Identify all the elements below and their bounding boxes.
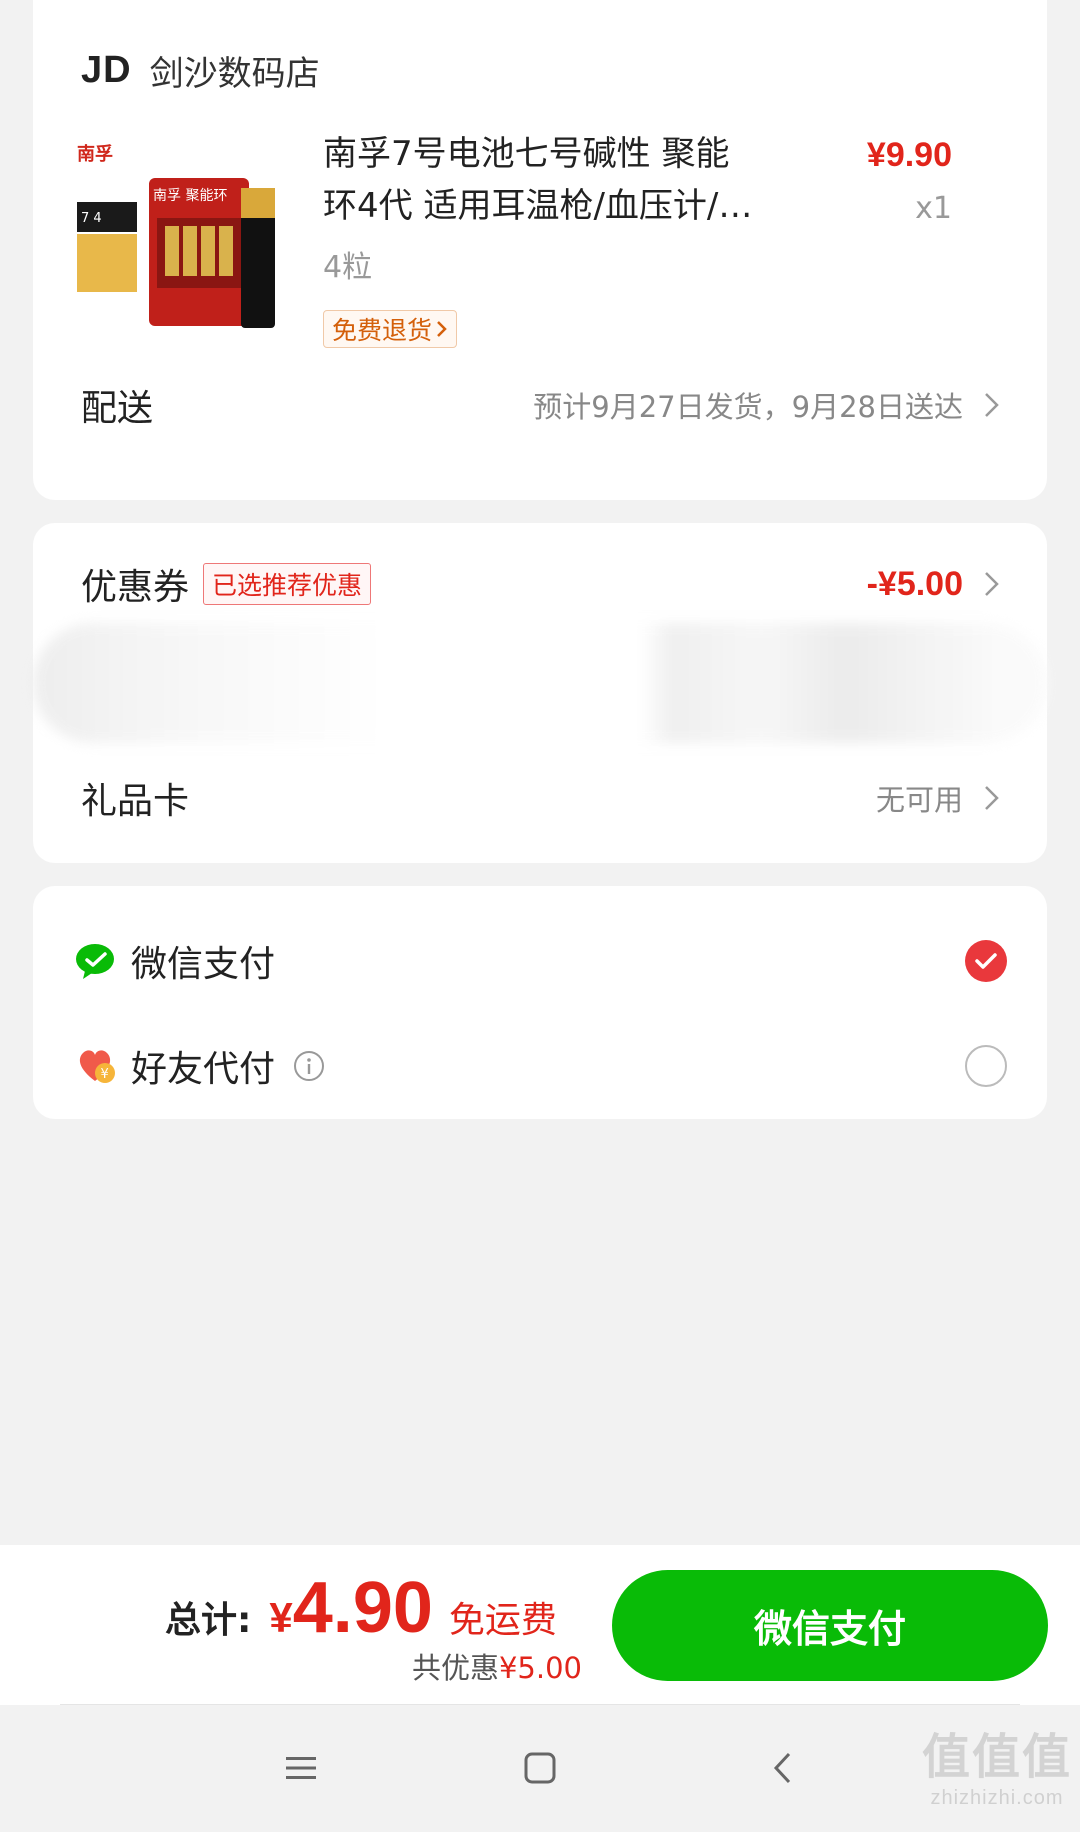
coupon-recommended-tag: 已选推荐优惠 bbox=[203, 563, 372, 605]
friend-pay-radio-unchecked[interactable] bbox=[965, 1045, 1007, 1087]
product-price: ¥9.90 bbox=[866, 136, 952, 174]
svg-text:南孚 聚能环: 南孚 聚能环 bbox=[153, 188, 227, 204]
coupon-value: -¥5.00 bbox=[866, 564, 963, 603]
wechat-pay-label: 微信支付 bbox=[131, 944, 276, 985]
coupon-row[interactable]: 优惠券 已选推荐优惠 -¥5.00 bbox=[81, 554, 1007, 614]
info-icon[interactable] bbox=[293, 1050, 325, 1082]
chevron-right-icon bbox=[436, 315, 448, 344]
home-icon[interactable] bbox=[515, 1743, 565, 1793]
system-nav-bar: 值值值 zhizhizhi.com bbox=[0, 1705, 1080, 1832]
delivery-estimate: 预计9月27日发货，9月28日送达 bbox=[533, 390, 963, 424]
order-confirm-page: JD 剑沙数码店 南孚 7 4 南孚 聚能环 南孚7号电池七号碱性 聚能环4代 … bbox=[0, 0, 1080, 1832]
shop-name: 剑沙数码店 bbox=[149, 53, 320, 94]
free-return-label: 免费退货 bbox=[332, 316, 433, 345]
recent-apps-icon[interactable] bbox=[276, 1743, 326, 1793]
total-label: 总计: bbox=[165, 1600, 252, 1641]
chevron-right-icon bbox=[977, 569, 1007, 599]
total-value: 4.90 bbox=[292, 1568, 433, 1648]
gift-card-row[interactable]: 礼品卡 无可用 bbox=[81, 768, 1007, 828]
savings-prefix: 共优惠 bbox=[411, 1651, 499, 1685]
gift-card-label: 礼品卡 bbox=[81, 781, 190, 822]
savings-amount: ¥5.00 bbox=[498, 1651, 582, 1685]
friend-pay-label: 好友代付 bbox=[131, 1049, 276, 1090]
checkout-bar: 总计: ¥4.90 免运费 共优惠¥5.00 微信支付 bbox=[0, 1545, 1080, 1705]
free-shipping-label: 免运费 bbox=[448, 1600, 557, 1641]
svg-text:南孚: 南孚 bbox=[77, 143, 113, 165]
watermark-glyphs: 值值值 bbox=[921, 1729, 1072, 1785]
total-currency: ¥ bbox=[269, 1594, 293, 1641]
chevron-right-icon bbox=[977, 783, 1007, 813]
back-icon[interactable] bbox=[758, 1743, 808, 1793]
wechat-icon bbox=[75, 939, 119, 983]
chevron-right-icon bbox=[977, 390, 1007, 420]
heart-coin-icon: ¥ bbox=[75, 1044, 119, 1088]
svg-text:¥: ¥ bbox=[101, 1067, 109, 1082]
wechat-pay-option[interactable]: 微信支付 bbox=[75, 926, 1007, 996]
delivery-label: 配送 bbox=[81, 388, 154, 429]
product-image[interactable]: 南孚 7 4 南孚 聚能环 bbox=[73, 130, 299, 330]
friend-pay-option[interactable]: ¥ 好友代付 bbox=[75, 1031, 1007, 1101]
delivery-row[interactable]: 配送 预计9月27日发货，9月28日送达 bbox=[81, 375, 1007, 435]
shop-card: JD 剑沙数码店 南孚 7 4 南孚 聚能环 南孚7号电池七号碱性 聚能环4代 … bbox=[33, 0, 1047, 500]
free-return-tag[interactable]: 免费退货 bbox=[323, 310, 458, 348]
watermark-text: zhizhizhi.com bbox=[930, 1787, 1064, 1809]
product-title[interactable]: 南孚7号电池七号碱性 聚能环4代 适用耳温枪/血压计/遥控器 bbox=[323, 128, 753, 232]
jd-logo: JD bbox=[81, 48, 132, 91]
product-quantity: x1 bbox=[915, 191, 952, 226]
total-savings: 共优惠¥5.00 bbox=[412, 1645, 582, 1687]
total-line: 总计: ¥4.90 免运费 bbox=[165, 1567, 557, 1649]
wechat-pay-button[interactable]: 微信支付 bbox=[612, 1570, 1048, 1681]
redacted-area bbox=[33, 623, 1047, 743]
product-spec: 4粒 bbox=[323, 250, 373, 285]
total-amount: ¥4.90 bbox=[269, 1567, 433, 1649]
payment-card: 微信支付 ¥ 好友代付 bbox=[33, 886, 1047, 1119]
watermark: 值值值 zhizhizhi.com bbox=[922, 1717, 1072, 1810]
wechat-pay-radio-checked[interactable] bbox=[965, 940, 1007, 982]
svg-text:7 4: 7 4 bbox=[81, 211, 102, 226]
coupon-label: 优惠券 bbox=[81, 567, 190, 608]
discount-card: 优惠券 已选推荐优惠 -¥5.00 礼品卡 无可用 bbox=[33, 523, 1047, 863]
gift-card-value: 无可用 bbox=[875, 783, 963, 817]
shop-header[interactable]: JD 剑沙数码店 bbox=[81, 40, 320, 100]
